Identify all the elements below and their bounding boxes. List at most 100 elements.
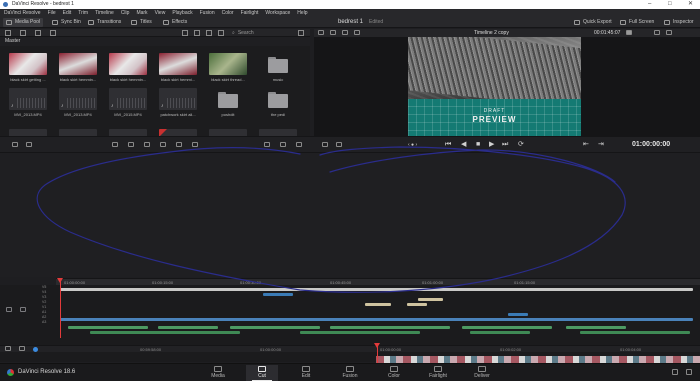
page-tab-deliver[interactable]: Deliver: [466, 365, 498, 381]
viewer-options-icon[interactable]: [354, 30, 360, 35]
menu-view[interactable]: View: [155, 9, 166, 17]
full-screen-button[interactable]: Full Screen: [620, 18, 654, 27]
menu-file[interactable]: File: [48, 9, 56, 17]
quick-export-button[interactable]: Quick Export: [574, 18, 612, 27]
media-clip[interactable]: [259, 129, 297, 136]
page-tab-color[interactable]: Color: [378, 365, 410, 381]
media-clip[interactable]: black skirt thread...: [209, 53, 247, 82]
go-to-start-button[interactable]: ⏮: [445, 141, 451, 149]
stop-button[interactable]: ■: [476, 141, 480, 149]
menu-fusion[interactable]: Fusion: [200, 9, 215, 17]
speaker-icon[interactable]: [19, 346, 25, 351]
timeline-clip[interactable]: [60, 318, 693, 321]
new-bin-icon[interactable]: [50, 30, 56, 36]
timeline-clip[interactable]: [365, 303, 391, 306]
media-clip[interactable]: ♪ MVI_2013.MP4: [9, 88, 47, 117]
play-button[interactable]: ▶: [489, 141, 494, 149]
fast-review-icon[interactable]: [322, 142, 328, 147]
audio-clip[interactable]: [68, 326, 148, 329]
viewer-mode-icon[interactable]: [318, 30, 324, 35]
timeline-clip[interactable]: [418, 298, 443, 301]
menu-color[interactable]: Color: [222, 9, 234, 17]
options-icon[interactable]: [666, 30, 672, 35]
audio-clip[interactable]: [330, 326, 450, 329]
track-tool-icon[interactable]: [6, 307, 12, 312]
menu-help[interactable]: Help: [297, 9, 307, 17]
audio-clip[interactable]: [470, 331, 530, 334]
media-clip[interactable]: black skirt hemmin...: [109, 53, 147, 82]
media-pool-search[interactable]: Search: [232, 30, 294, 36]
zoom-custom-icon[interactable]: [296, 142, 302, 147]
track-tool-icon[interactable]: [20, 307, 26, 312]
viewer-timeline-name[interactable]: Timeline 2 copy: [474, 29, 509, 37]
media-clip[interactable]: ♪ patchwork skirt ali...: [159, 88, 197, 117]
lower-playhead[interactable]: [377, 343, 378, 363]
menu-mark[interactable]: Mark: [136, 9, 147, 17]
media-pool-button[interactable]: Media Pool: [3, 18, 44, 27]
ripple-overwrite-icon[interactable]: [144, 142, 150, 147]
audio-clip[interactable]: [230, 326, 320, 329]
menu-edit[interactable]: Edit: [63, 9, 72, 17]
media-clip[interactable]: black skirt getting ...: [9, 53, 47, 82]
append-icon[interactable]: [128, 142, 134, 147]
audio-clip[interactable]: [580, 331, 690, 334]
media-clip[interactable]: [59, 129, 97, 136]
media-clip[interactable]: [209, 129, 247, 136]
transitions-button[interactable]: Transitions: [88, 18, 121, 27]
upper-timeline-ruler[interactable]: 01:00:00:00 01:00:15:00 01:00:30:00 01:0…: [56, 278, 700, 285]
media-clip[interactable]: [9, 129, 47, 136]
audio-clip[interactable]: [90, 331, 240, 334]
close-button[interactable]: ✕: [688, 0, 693, 9]
previous-edit-button[interactable]: ⇤: [583, 141, 589, 149]
edit-mode-icon[interactable]: [336, 142, 342, 147]
media-clip[interactable]: [159, 129, 197, 136]
home-icon[interactable]: [672, 369, 678, 375]
timeline-clip[interactable]: [60, 288, 693, 291]
play-reverse-button[interactable]: ◀: [461, 141, 466, 149]
page-tab-fusion[interactable]: Fusion: [334, 365, 366, 381]
place-on-top-icon[interactable]: [176, 142, 182, 147]
media-clip[interactable]: the pedi: [259, 88, 297, 117]
menu-davinci[interactable]: DaVinci Resolve: [4, 9, 41, 17]
tools-icon[interactable]: [12, 142, 18, 147]
menu-trim[interactable]: Trim: [78, 9, 88, 17]
next-edit-button[interactable]: ⇥: [598, 141, 604, 149]
audio-clip[interactable]: [462, 326, 552, 329]
audio-tools-icon[interactable]: [26, 142, 32, 147]
zoom-detail-icon[interactable]: [280, 142, 286, 147]
media-clip[interactable]: black skirt hemmin...: [59, 53, 97, 82]
layout-icon[interactable]: [342, 30, 348, 35]
media-clip[interactable]: [109, 129, 147, 136]
menu-playback[interactable]: Playback: [172, 9, 192, 17]
media-clip[interactable]: black skirt hemmi...: [159, 53, 197, 82]
minimize-button[interactable]: –: [648, 0, 651, 9]
page-tab-edit[interactable]: Edit: [290, 365, 322, 381]
source-overwrite-icon[interactable]: [192, 142, 198, 147]
go-to-end-button[interactable]: ⏭: [502, 141, 508, 149]
inspector-button[interactable]: Inspector: [664, 18, 694, 27]
menu-workspace[interactable]: Workspace: [265, 9, 290, 17]
grid-view-icon[interactable]: [182, 30, 188, 36]
more-options-icon[interactable]: [298, 30, 304, 36]
audio-clip[interactable]: [300, 331, 420, 334]
audio-meter-icon[interactable]: [626, 30, 632, 35]
media-clip[interactable]: ♪ MVI_2015.MP4: [109, 88, 147, 117]
smart-insert-icon[interactable]: [112, 142, 118, 147]
viewer[interactable]: DRAFT PREVIEW: [314, 37, 700, 136]
audio-tracks[interactable]: [0, 325, 700, 345]
effects-button[interactable]: Effects: [163, 18, 187, 27]
import-media-icon[interactable]: [5, 30, 11, 36]
playhead[interactable]: [60, 278, 61, 338]
upper-timeline-tracks[interactable]: V5 V4 V3 V2 V1 A1 A2 A3: [0, 285, 700, 325]
page-tab-fairlight[interactable]: Fairlight: [422, 365, 454, 381]
close-up-icon[interactable]: [160, 142, 166, 147]
import-folder-icon[interactable]: [20, 30, 26, 36]
timeline-filmstrip[interactable]: [376, 356, 700, 363]
menu-timeline[interactable]: Timeline: [95, 9, 114, 17]
page-tab-media[interactable]: Media: [202, 365, 234, 381]
timeline-clip[interactable]: [263, 293, 293, 296]
menu-fairlight[interactable]: Fairlight: [241, 9, 259, 17]
maximize-button[interactable]: □: [668, 0, 672, 9]
zoom-fit-icon[interactable]: [264, 142, 270, 147]
titles-button[interactable]: Titles: [131, 18, 152, 27]
